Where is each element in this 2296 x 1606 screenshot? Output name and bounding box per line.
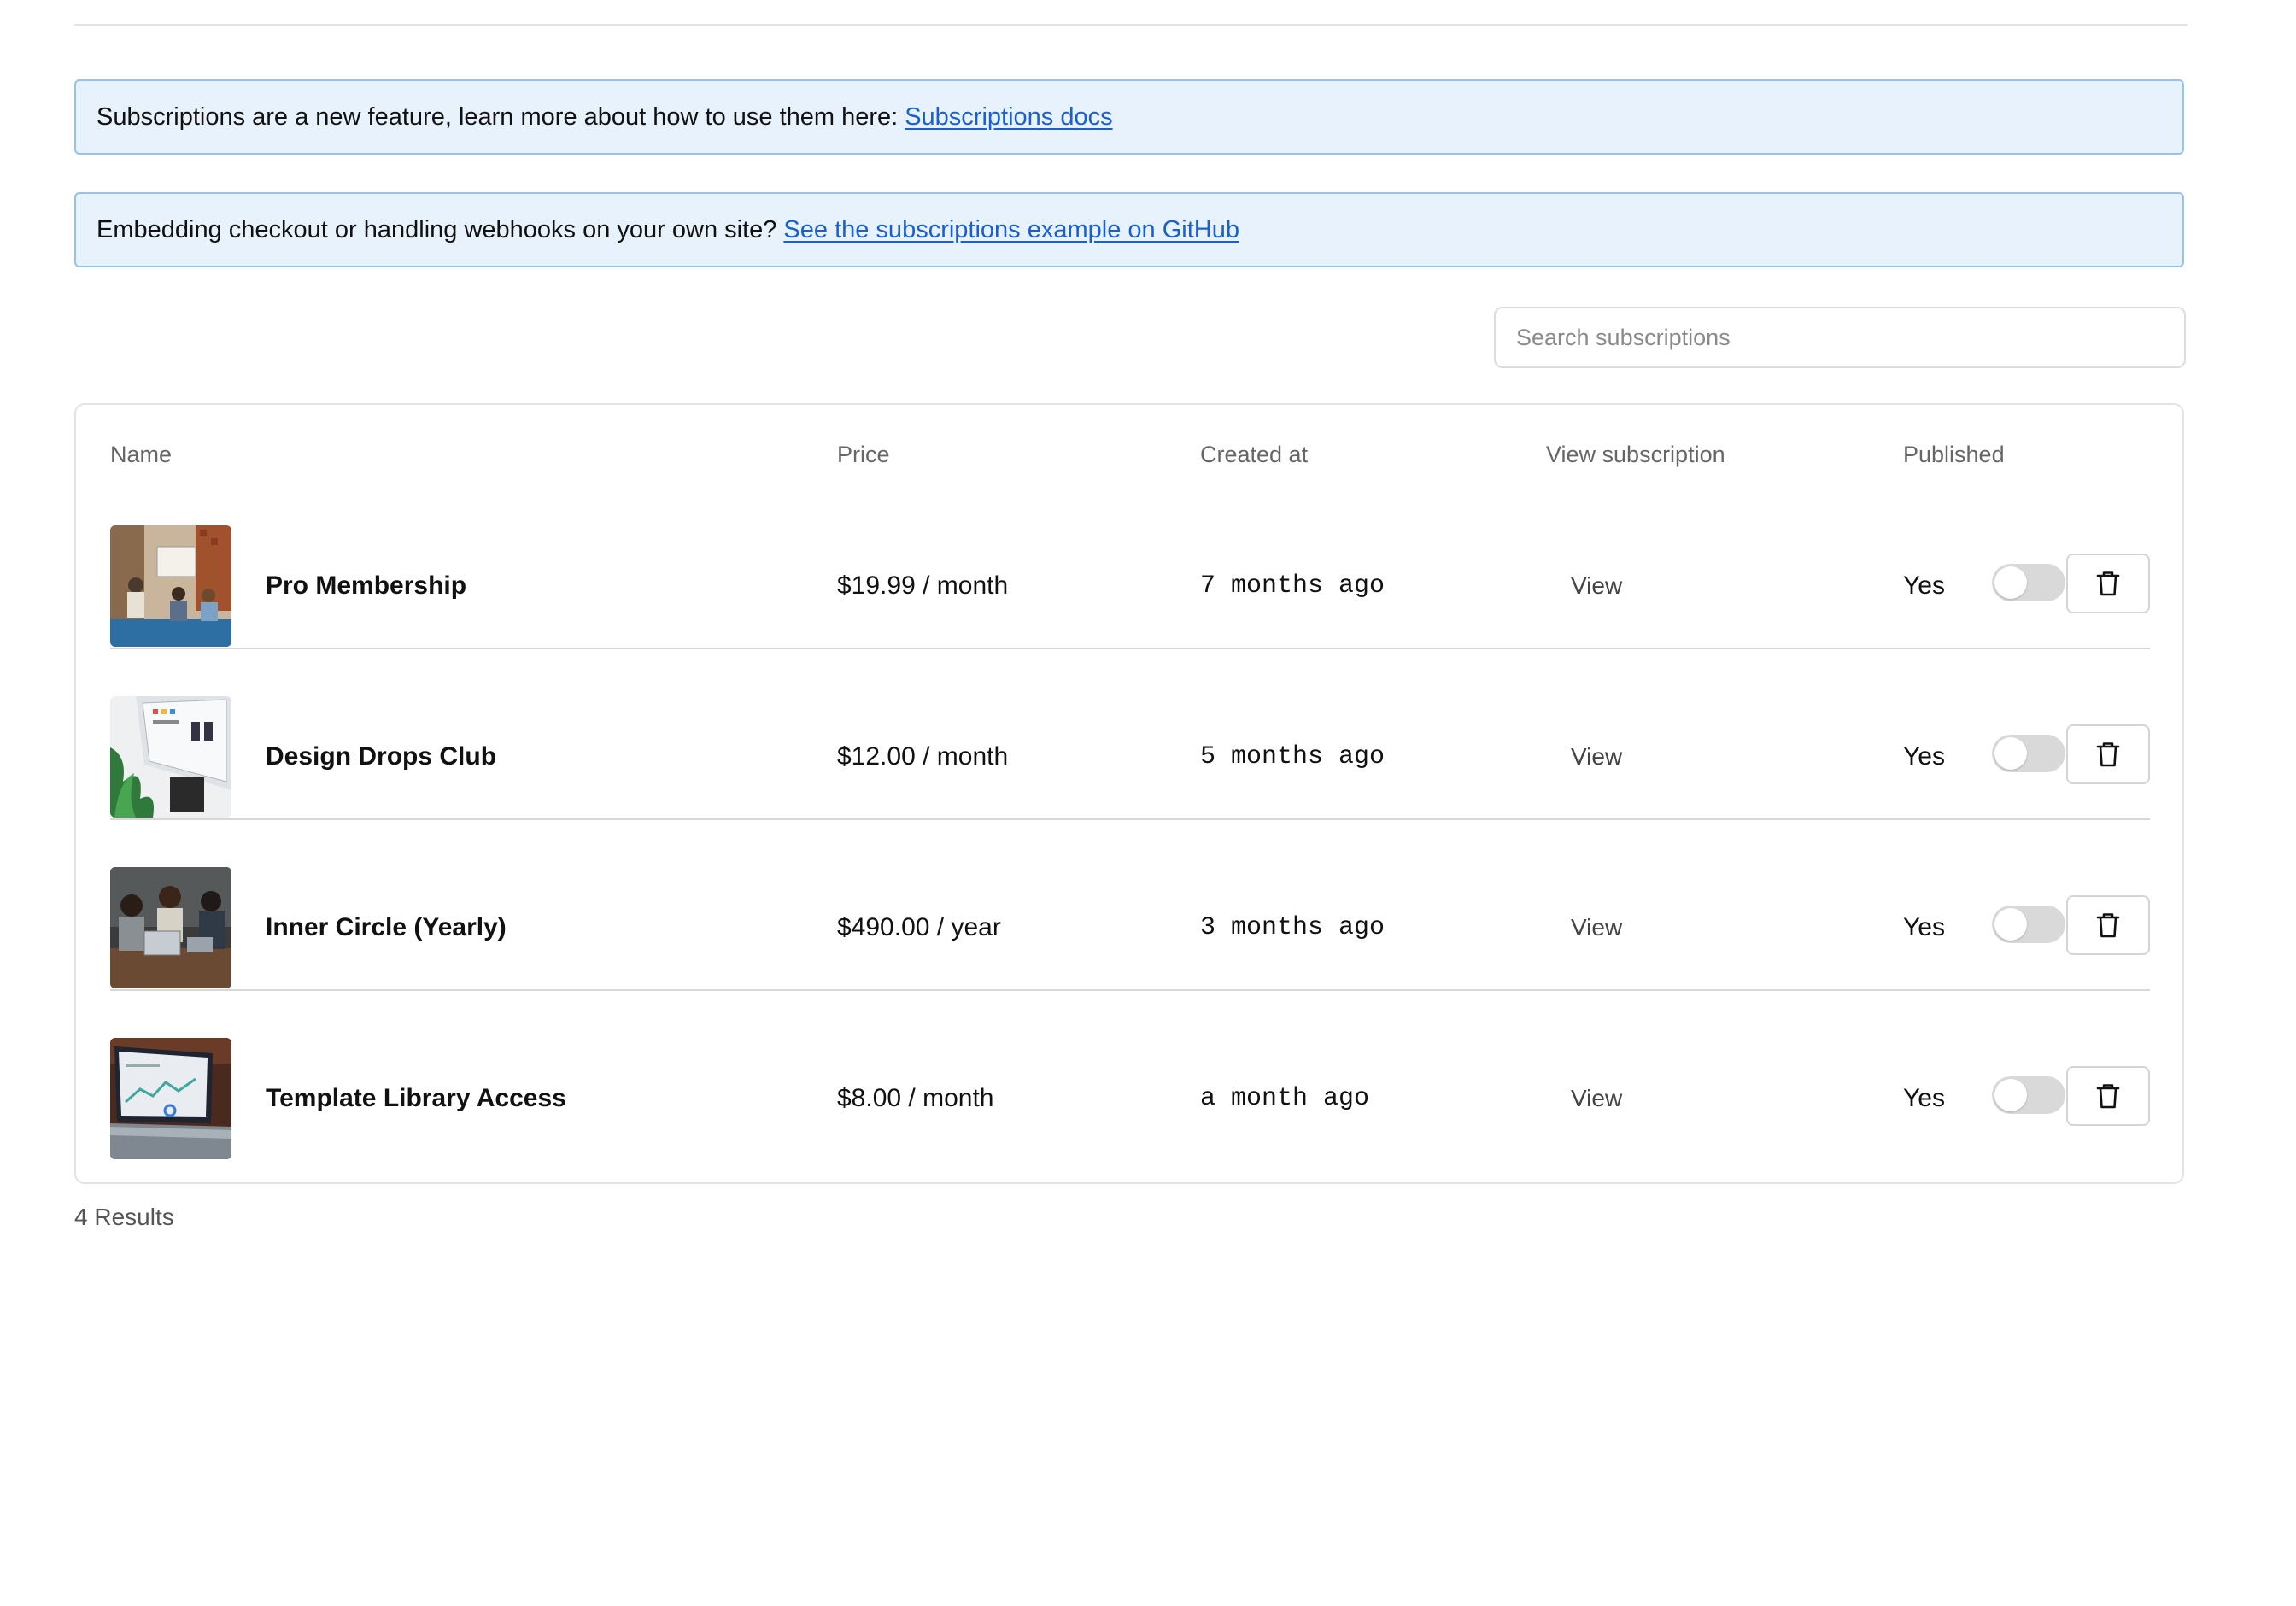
delete-button[interactable] [2066, 1066, 2150, 1126]
subscription-price: $490.00 / year [837, 913, 1001, 941]
published-label: Yes [1903, 913, 1945, 941]
subscription-price: $8.00 / month [837, 1084, 994, 1112]
notice-text: Embedding checkout or handling webhooks … [97, 215, 777, 243]
subscription-price: $19.99 / month [837, 571, 1009, 600]
subscription-name: Template Library Access [266, 1084, 566, 1112]
subscription-created-at: 3 months ago [1200, 913, 1385, 942]
subscription-created-at: 5 months ago [1200, 742, 1385, 771]
column-header-view-subscription: View subscription [1546, 442, 1725, 467]
delete-button[interactable] [2066, 724, 2150, 784]
published-toggle[interactable] [1992, 564, 2065, 601]
subscription-thumbnail [110, 867, 231, 988]
trash-icon [2096, 742, 2120, 767]
view-subscription-link[interactable]: View [1571, 820, 1622, 991]
column-header-name: Name [110, 442, 173, 467]
subscriptions-table: Name Price Created at View subscription … [74, 403, 2184, 1184]
search-input[interactable] [1494, 307, 2186, 368]
notice-subscriptions-docs: Subscriptions are a new feature, learn m… [74, 79, 2184, 155]
published-toggle[interactable] [1992, 1076, 2065, 1114]
subscriptions-docs-link[interactable]: Subscriptions docs [905, 103, 1112, 132]
view-subscription-link[interactable]: View [1571, 478, 1622, 649]
team-meeting-image [110, 525, 231, 647]
column-header-price: Price [837, 442, 890, 467]
results-count: 4 Results [74, 1204, 174, 1230]
view-subscription-link[interactable]: View [1571, 991, 1622, 1162]
subscription-name: Inner Circle (Yearly) [266, 913, 507, 941]
subscription-price: $12.00 / month [837, 742, 1009, 771]
table-row: Template Library Access $8.00 / month a … [110, 991, 2150, 1162]
subscription-thumbnail [110, 1038, 231, 1159]
notice-text: Subscriptions are a new feature, learn m… [97, 103, 899, 131]
trash-icon [2096, 913, 2120, 938]
subscription-thumbnail [110, 696, 231, 818]
column-header-published: Published [1903, 442, 2005, 467]
published-label: Yes [1903, 571, 1945, 600]
toggle-knob [1994, 908, 2027, 941]
trash-icon [2096, 571, 2120, 596]
toggle-knob [1994, 1079, 2027, 1111]
design-desk-image [110, 696, 231, 818]
toggle-knob [1994, 566, 2027, 599]
table-row: Design Drops Club $12.00 / month 5 month… [110, 649, 2150, 820]
column-header-created-at: Created at [1200, 442, 1309, 467]
view-subscription-link[interactable]: View [1571, 649, 1622, 820]
delete-button[interactable] [2066, 895, 2150, 955]
table-row: Pro Membership $19.99 / month 7 months a… [110, 478, 2150, 649]
laptop-dashboard-image [110, 1038, 231, 1159]
subscription-created-at: a month ago [1200, 1084, 1370, 1113]
published-label: Yes [1903, 1084, 1945, 1112]
subscription-created-at: 7 months ago [1200, 571, 1385, 601]
github-example-link[interactable]: See the subscriptions example on GitHub [783, 216, 1239, 244]
published-toggle[interactable] [1992, 906, 2065, 943]
published-toggle[interactable] [1992, 735, 2065, 772]
notice-github-example: Embedding checkout or handling webhooks … [74, 192, 2184, 267]
subscription-thumbnail [110, 525, 231, 647]
delete-button[interactable] [2066, 554, 2150, 613]
table-row: Inner Circle (Yearly) $490.00 / year 3 m… [110, 820, 2150, 991]
subscription-name: Design Drops Club [266, 742, 497, 771]
trash-icon [2096, 1084, 2120, 1109]
group-laptop-image [110, 867, 231, 988]
toggle-knob [1994, 737, 2027, 770]
top-divider [74, 24, 2188, 26]
published-label: Yes [1903, 742, 1945, 771]
subscription-name: Pro Membership [266, 571, 467, 600]
